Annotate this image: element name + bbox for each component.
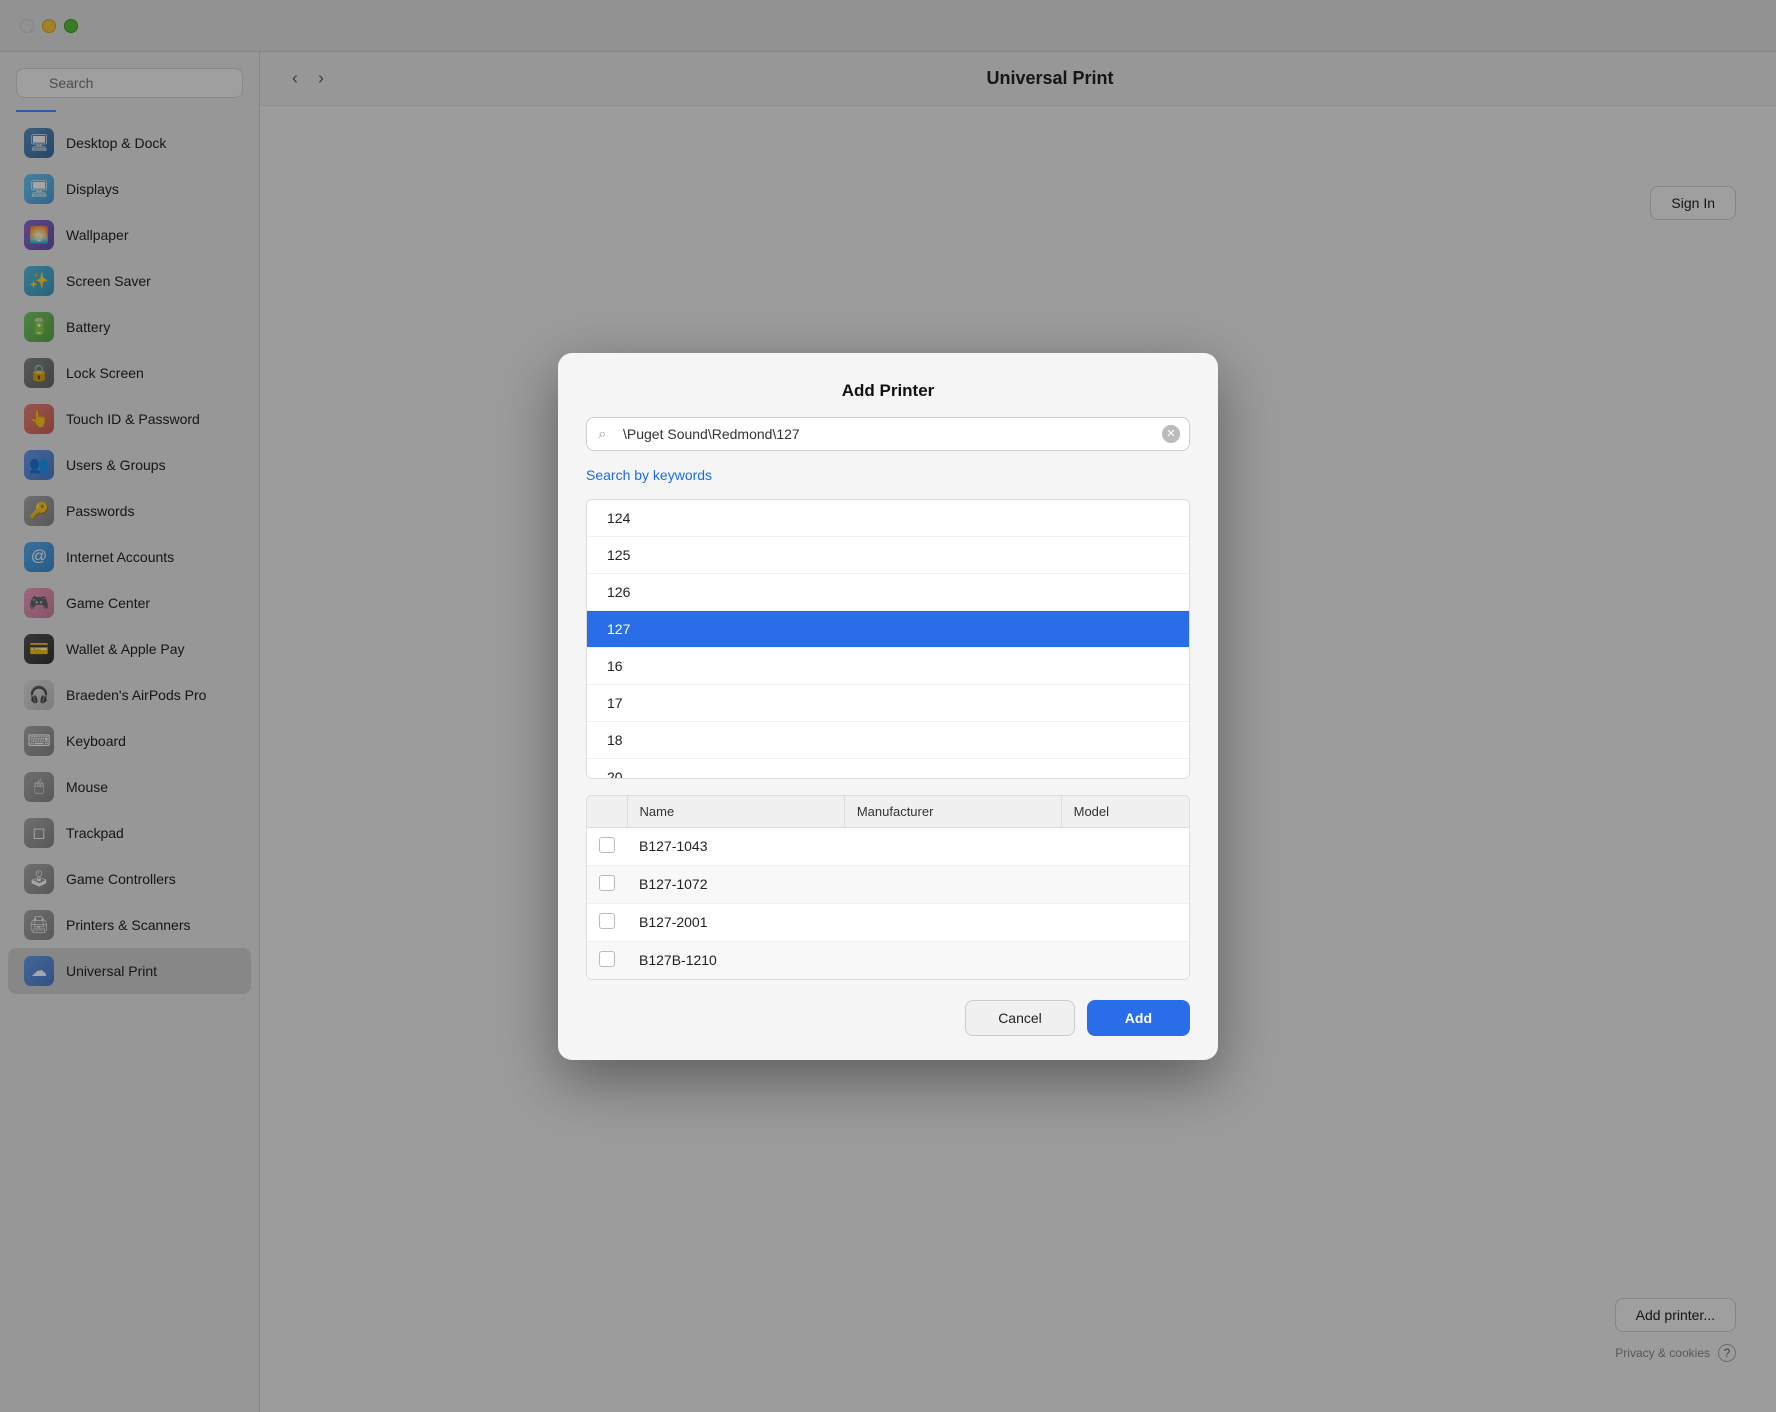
app-window: 🖥 Desktop & Dock 🖥 Displays 🌅 Wallpaper … (0, 0, 1776, 1412)
row-checkbox-cell (587, 903, 627, 941)
add-printer-modal: Add Printer ⌕ ✕ Search by keywords 12412… (558, 353, 1218, 1060)
row-model-cell (1061, 941, 1189, 979)
table-row: B127-2001 (587, 903, 1189, 941)
printer-list-item[interactable]: 125 (587, 537, 1189, 574)
printer-list-item[interactable]: 127 (587, 611, 1189, 648)
col-header-model: Model (1061, 796, 1189, 828)
row-manufacturer-cell (844, 827, 1061, 865)
printer-list-item[interactable]: 126 (587, 574, 1189, 611)
row-manufacturer-cell (844, 865, 1061, 903)
col-header-name: Name (627, 796, 844, 828)
modal-title: Add Printer (586, 381, 1190, 401)
row-checkbox[interactable] (599, 875, 615, 891)
modal-clear-icon[interactable]: ✕ (1162, 425, 1180, 443)
row-checkbox-cell (587, 941, 627, 979)
table-row: B127-1072 (587, 865, 1189, 903)
col-header-checkbox (587, 796, 627, 828)
printer-list-item[interactable]: 20 (587, 759, 1189, 779)
printer-list-item[interactable]: 124 (587, 500, 1189, 537)
results-table: Name Manufacturer Model B127-1043 B127-1… (587, 796, 1189, 979)
results-table-wrap: Name Manufacturer Model B127-1043 B127-1… (586, 795, 1190, 980)
row-manufacturer-cell (844, 941, 1061, 979)
printer-number-list[interactable]: 12412512612716171820 (586, 499, 1190, 779)
modal-search-icon: ⌕ (598, 425, 606, 442)
row-checkbox[interactable] (599, 951, 615, 967)
row-checkbox-cell (587, 865, 627, 903)
printer-list-item[interactable]: 18 (587, 722, 1189, 759)
row-name-cell: B127B-1210 (627, 941, 844, 979)
modal-search-input[interactable] (586, 417, 1190, 451)
table-row: B127B-1210 (587, 941, 1189, 979)
search-by-keywords-link[interactable]: Search by keywords (586, 467, 1190, 483)
row-name-cell: B127-1072 (627, 865, 844, 903)
row-name-cell: B127-1043 (627, 827, 844, 865)
table-row: B127-1043 (587, 827, 1189, 865)
col-header-manufacturer: Manufacturer (844, 796, 1061, 828)
row-model-cell (1061, 827, 1189, 865)
row-model-cell (1061, 865, 1189, 903)
printer-list-item[interactable]: 17 (587, 685, 1189, 722)
cancel-button[interactable]: Cancel (965, 1000, 1075, 1036)
add-button[interactable]: Add (1087, 1000, 1190, 1036)
modal-search-wrap: ⌕ ✕ (586, 417, 1190, 451)
row-manufacturer-cell (844, 903, 1061, 941)
row-checkbox-cell (587, 827, 627, 865)
modal-overlay: Add Printer ⌕ ✕ Search by keywords 12412… (0, 0, 1776, 1412)
row-checkbox[interactable] (599, 837, 615, 853)
printer-list-item[interactable]: 16 (587, 648, 1189, 685)
modal-footer: Cancel Add (586, 996, 1190, 1036)
row-model-cell (1061, 903, 1189, 941)
row-name-cell: B127-2001 (627, 903, 844, 941)
row-checkbox[interactable] (599, 913, 615, 929)
